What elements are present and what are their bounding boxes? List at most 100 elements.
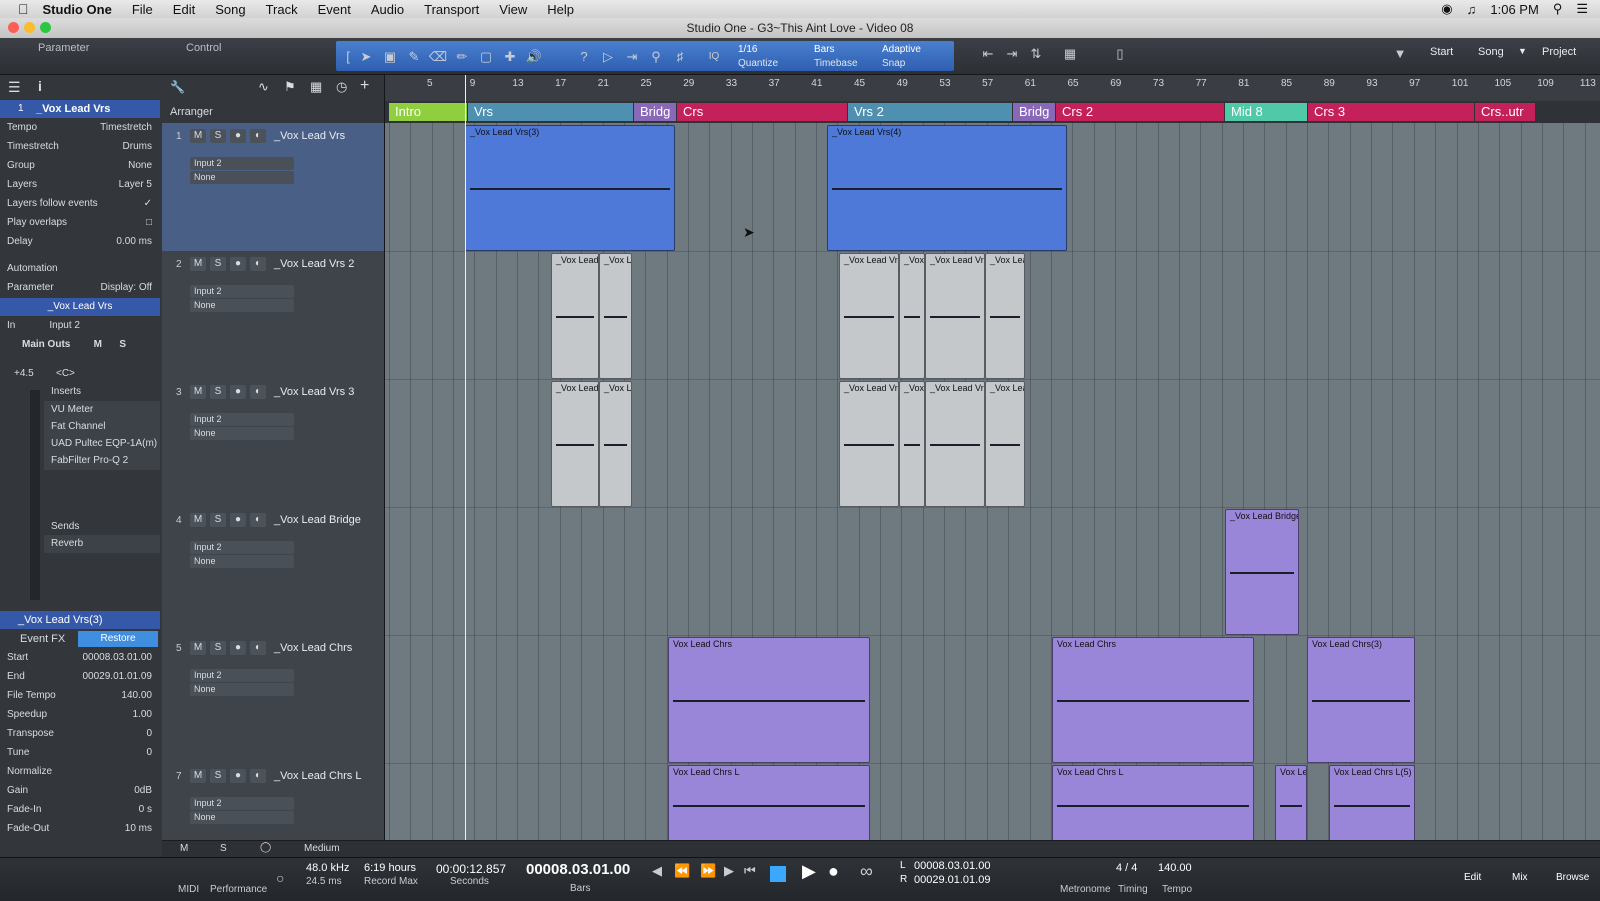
apple-icon[interactable]: 	[18, 1, 29, 17]
audio-event[interactable]: Vox Lead Chrs	[1052, 637, 1254, 763]
audio-event[interactable]: _Vox Lead Vrs(4)	[827, 125, 1067, 251]
mute-button[interactable]: M	[190, 769, 206, 783]
menu-event[interactable]: Event	[318, 2, 351, 17]
solo-button[interactable]: S	[210, 385, 226, 399]
insert-slot[interactable]: Fat Channel	[44, 418, 160, 436]
inspector-row-group[interactable]: Group None	[0, 157, 160, 175]
help-icon[interactable]: ?	[574, 46, 594, 68]
monitor-button[interactable]: ◐	[250, 513, 266, 527]
event-row[interactable]: Tune 0	[0, 744, 160, 762]
track-header[interactable]: 4 M S ● ◐ _Vox Lead Bridge Input 2 None	[162, 507, 384, 636]
track-header[interactable]: 1 M S ● ◐ _Vox Lead Vrs Input 2 None	[162, 123, 384, 252]
audio-event[interactable]: _Vox Lead Vrs	[925, 381, 985, 507]
sends-header[interactable]: Sends	[44, 518, 160, 536]
record-arm-button[interactable]: ●	[230, 257, 246, 271]
record-arm-button[interactable]: ●	[230, 769, 246, 783]
in-value[interactable]: Input 2	[49, 317, 80, 335]
record-arm-button[interactable]: ●	[230, 641, 246, 655]
record-arm-button[interactable]: ●	[230, 129, 246, 143]
layout-icon[interactable]: ▦	[1060, 43, 1080, 65]
search-icon[interactable]: ⚲	[1553, 1, 1563, 17]
track-input-select[interactable]: Input 2	[190, 669, 294, 682]
audio-event[interactable]: Vox Lead Chrs(3)	[1307, 637, 1415, 763]
zoom-window-button[interactable]	[40, 22, 51, 33]
song-button[interactable]: Song	[1478, 46, 1504, 58]
audio-event[interactable]: _Vox Lead V	[551, 381, 599, 507]
gain-pan-row[interactable]: +4.5 <C>	[0, 365, 160, 383]
record-button[interactable]: ●	[828, 861, 839, 882]
automation-param-row[interactable]: Parameter Display: Off	[0, 279, 160, 297]
arranger-section[interactable]: Bridg	[634, 103, 676, 121]
audio-event[interactable]: _Vox Lead Vrs	[839, 253, 899, 379]
range-tool-icon[interactable]: ▣	[380, 46, 400, 68]
minimize-window-button[interactable]	[24, 22, 35, 33]
quantize-value[interactable]: 1/16	[738, 44, 757, 55]
inspector-row-tempo[interactable]: Tempo Timestretch	[0, 119, 160, 137]
track-name[interactable]: _Vox Lead Vrs 3	[274, 386, 354, 398]
event-row-value[interactable]: 0 s	[139, 801, 152, 819]
mute-button[interactable]: M	[190, 257, 206, 271]
metronome-tool-icon[interactable]: ♯	[670, 46, 690, 68]
audio-event[interactable]: Vox Le	[1275, 765, 1307, 840]
arranger-track[interactable]: Intro Vrs Bridg Crs Vrs 2 Bridg Crs 2 Mid 8 Crs …	[385, 101, 1600, 123]
track-input-select[interactable]: Input 2	[190, 285, 294, 298]
menu-file[interactable]: File	[132, 2, 153, 17]
arranger-section[interactable]: Crs..utr	[1475, 103, 1535, 121]
audio-event[interactable]: _Vox Lead Vrs	[899, 253, 925, 379]
flag-icon[interactable]: ⚑	[284, 79, 296, 95]
record-arm-button[interactable]: ●	[230, 385, 246, 399]
checkbox-icon[interactable]: □	[146, 214, 152, 232]
menu-icon[interactable]: ☰	[8, 79, 21, 96]
event-row[interactable]: Gain 0dB	[0, 782, 160, 800]
app-menu[interactable]: Studio One	[43, 2, 112, 17]
event-row[interactable]: File Tempo 140.00	[0, 687, 160, 705]
track-name[interactable]: _Vox Lead Vrs 2	[274, 258, 354, 270]
footer-link-icon[interactable]: ◯	[260, 842, 271, 853]
play-button[interactable]: ▶	[802, 861, 816, 882]
paint-tool-icon[interactable]: ✏	[452, 46, 472, 68]
event-row-value[interactable]: 140.00	[121, 687, 152, 705]
project-button[interactable]: Project	[1542, 46, 1576, 58]
track-lane[interactable]	[385, 507, 1600, 636]
iq-button[interactable]: IQ	[704, 46, 724, 68]
solo-button[interactable]: S	[210, 257, 226, 271]
audio-event[interactable]: _Vox Le	[599, 253, 632, 379]
menu-view[interactable]: View	[499, 2, 527, 17]
main-outs-row[interactable]: Main Outs M S	[0, 336, 160, 354]
audio-event[interactable]: Vox Lead Chrs	[668, 637, 870, 763]
track-header[interactable]: 3 M S ● ◐ _Vox Lead Vrs 3 Input 2 None	[162, 379, 384, 508]
folder-icon[interactable]: ▦	[310, 79, 322, 95]
arranger-section[interactable]: Crs	[677, 103, 847, 121]
solo-button[interactable]: S	[210, 129, 226, 143]
audio-event[interactable]: _Vox Lead Vrs	[839, 381, 899, 507]
menu-transport[interactable]: Transport	[424, 2, 479, 17]
solo-button[interactable]: S	[210, 513, 226, 527]
audio-event[interactable]: Vox Lead Chrs L(5)	[1329, 765, 1415, 840]
inspector-row-layers-follow[interactable]: Layers follow events ✓	[0, 195, 160, 213]
timeline-ruler[interactable]: 5 9 13 17 21 25 29 33 37 41 45 49 53 57 61 65 69 73 77 81 85…	[385, 75, 1600, 102]
audio-event[interactable]: Vox Lead Chrs L	[668, 765, 870, 840]
arranger-section[interactable]: Bridg	[1013, 103, 1055, 121]
automation-icon[interactable]: ∿	[258, 79, 269, 95]
solo-button[interactable]: S	[210, 769, 226, 783]
track-name[interactable]: _Vox Lead Chrs L	[274, 770, 361, 782]
mute-button[interactable]: M	[94, 336, 102, 354]
list-icon[interactable]: ☰	[1576, 1, 1588, 17]
inspector-row-play-overlaps[interactable]: Play overlaps □	[0, 214, 160, 232]
rewind-icon[interactable]: ⏪	[674, 863, 690, 879]
loop-left-locator[interactable]: 00008.03.01.00	[914, 860, 990, 872]
track-header[interactable]: 5 M S ● ◐ _Vox Lead Chrs Input 2 None	[162, 635, 384, 764]
playhead[interactable]	[465, 75, 466, 840]
close-window-button[interactable]	[8, 22, 19, 33]
checkmark-icon[interactable]: ✓	[144, 195, 152, 213]
bracket-tool-icon[interactable]: [	[338, 46, 358, 68]
event-row-value[interactable]: 0	[146, 744, 152, 762]
wrench-icon[interactable]: 🔧	[170, 80, 185, 94]
volume-fader[interactable]	[30, 390, 40, 600]
event-row[interactable]: Speedup 1.00	[0, 706, 160, 724]
track-input-select[interactable]: Input 2	[190, 797, 294, 810]
event-row[interactable]: End 00029.01.01.09	[0, 668, 160, 686]
clock[interactable]: 1:06 PM	[1490, 2, 1538, 17]
song-dropdown-icon[interactable]: ▼	[1518, 46, 1527, 56]
mute-button[interactable]: M	[190, 385, 206, 399]
